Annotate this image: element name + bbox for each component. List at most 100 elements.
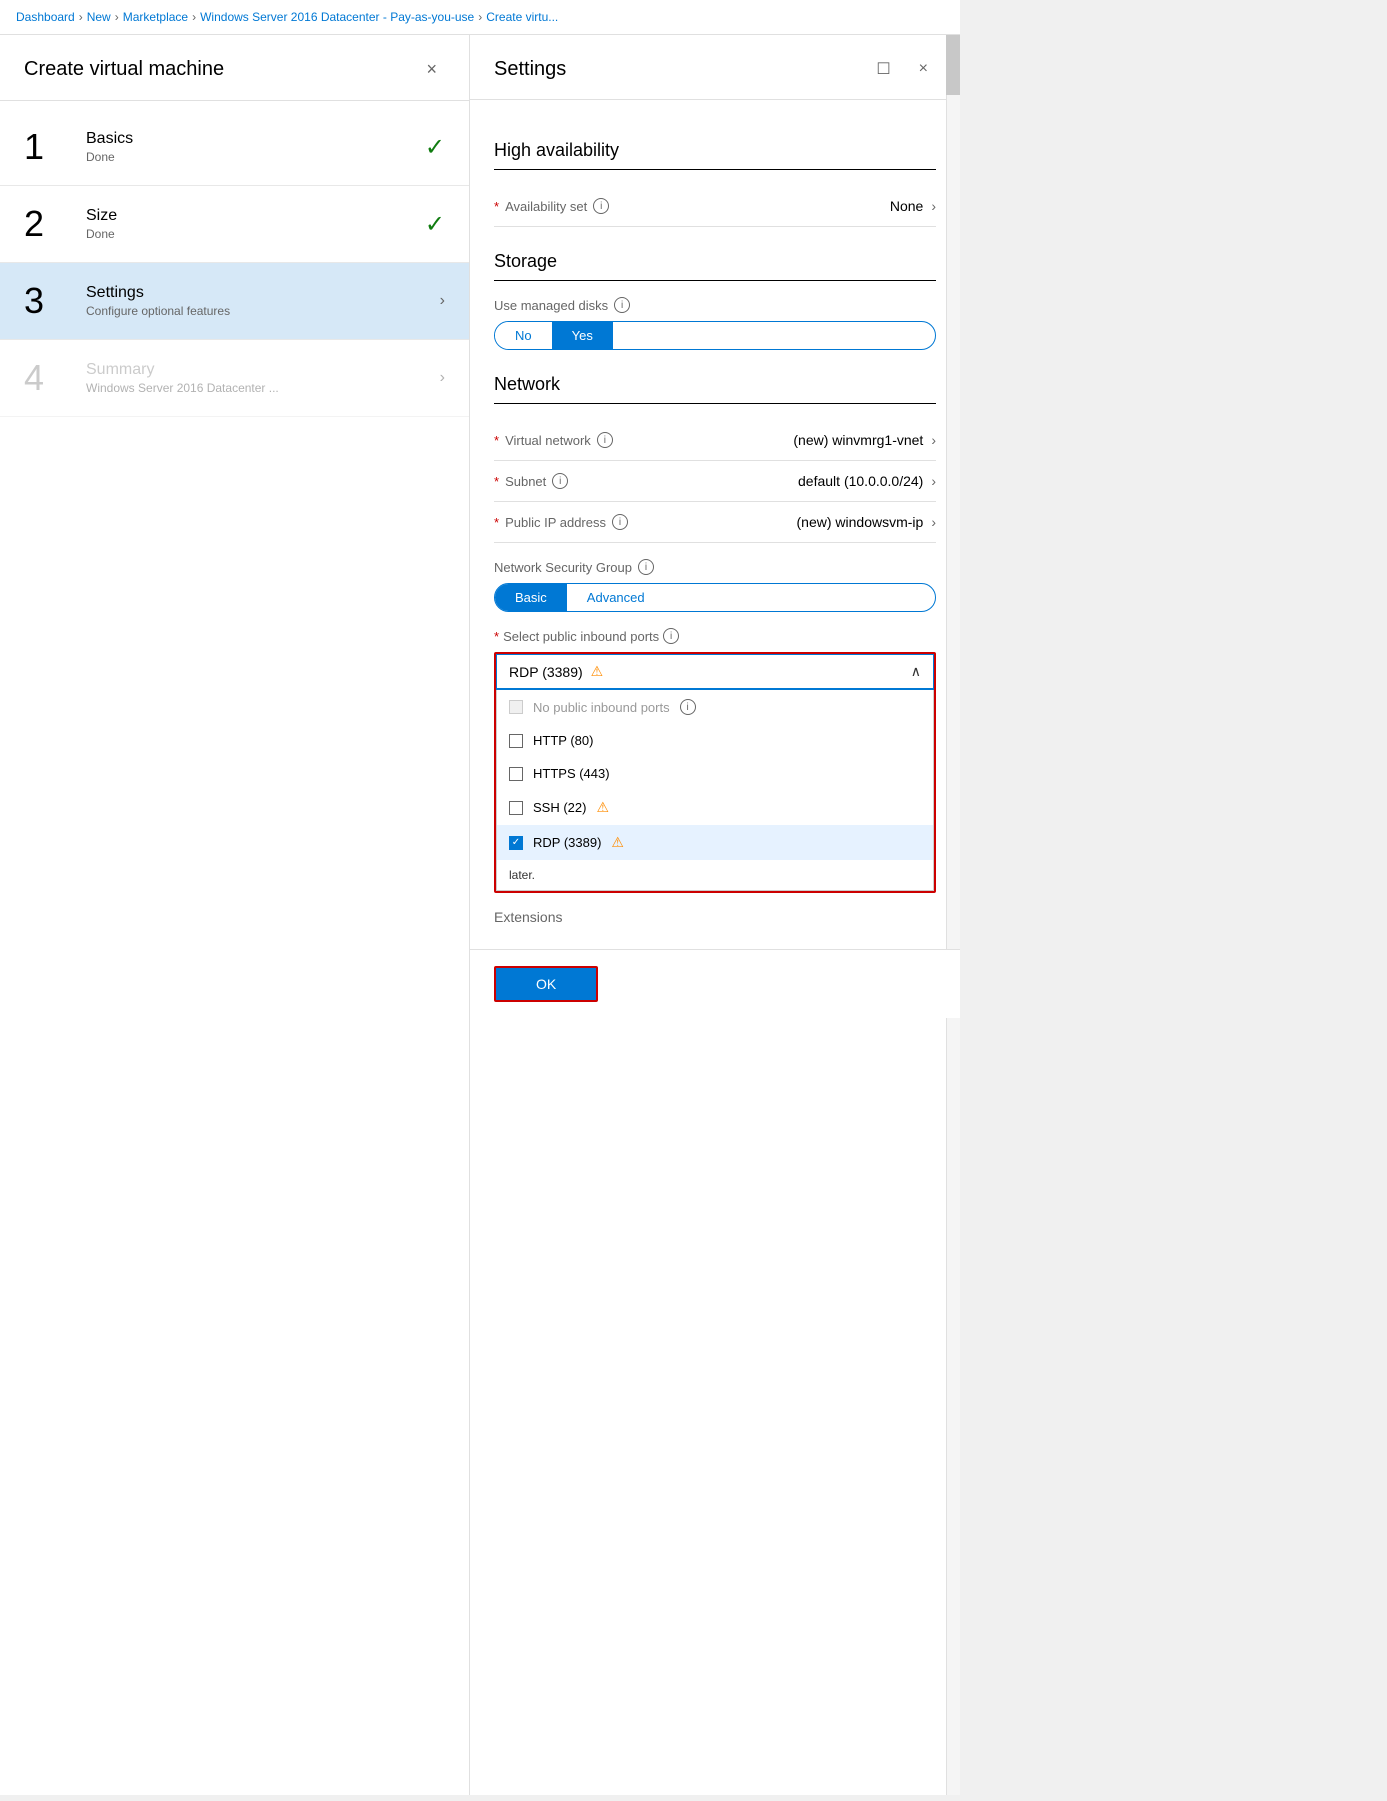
step-3-title: Settings: [86, 284, 432, 302]
step-1-title: Basics: [86, 130, 417, 148]
managed-disks-yes-button[interactable]: Yes: [552, 322, 613, 349]
scroll-thumb[interactable]: [946, 35, 960, 95]
breadcrumb-new[interactable]: New: [87, 10, 111, 24]
public-ip-row[interactable]: * Public IP address i (new) windowsvm-ip…: [494, 502, 936, 543]
step-3-arrow-icon: ›: [440, 292, 445, 310]
high-availability-section: High availability * Availability set i N…: [494, 140, 936, 227]
steps-container: 1 Basics Done ✓ 2 Size Done ✓ 3: [0, 101, 469, 425]
availability-set-chevron-icon: ›: [931, 198, 936, 214]
inbound-ports-later-text: later.: [497, 860, 933, 890]
breadcrumb-create[interactable]: Create virtu...: [486, 10, 558, 24]
dropdown-item-ssh-label: SSH (22): [533, 800, 586, 815]
virtual-network-row[interactable]: * Virtual network i (new) winvmrg1-vnet …: [494, 420, 936, 461]
step-2-size[interactable]: 2 Size Done ✓: [0, 186, 469, 263]
step-4-title: Summary: [86, 361, 432, 379]
managed-disks-toggle: No Yes: [494, 321, 936, 350]
dropdown-item-rdp-label: RDP (3389): [533, 835, 601, 850]
public-ip-info-icon[interactable]: i: [612, 514, 628, 530]
inbound-ports-info-icon[interactable]: i: [663, 628, 679, 644]
availability-set-row[interactable]: * Availability set i None ›: [494, 186, 936, 227]
availability-set-info-icon[interactable]: i: [593, 198, 609, 214]
ok-button[interactable]: OK: [494, 966, 598, 1002]
public-ip-value-text: (new) windowsvm-ip: [797, 514, 924, 530]
dropdown-item-none-info-icon[interactable]: i: [680, 699, 696, 715]
step-3-settings[interactable]: 3 Settings Configure optional features ›: [0, 263, 469, 340]
breadcrumb: Dashboard › New › Marketplace › Windows …: [0, 0, 960, 35]
subnet-info-icon[interactable]: i: [552, 473, 568, 489]
step-4-arrow-icon: ›: [440, 369, 445, 387]
availability-set-label: * Availability set i: [494, 198, 609, 214]
availability-set-required-star: *: [494, 199, 499, 214]
breadcrumb-dashboard[interactable]: Dashboard: [16, 10, 75, 24]
dropdown-item-https[interactable]: HTTPS (443): [497, 757, 933, 790]
virtual-network-value: (new) winvmrg1-vnet ›: [793, 432, 936, 448]
subnet-row[interactable]: * Subnet i default (10.0.0.0/24) ›: [494, 461, 936, 502]
subnet-value-text: default (10.0.0.0/24): [798, 473, 923, 489]
step-2-title: Size: [86, 207, 417, 225]
nsg-field: Network Security Group i Basic Advanced: [494, 559, 936, 612]
step-1-number: 1: [24, 129, 74, 165]
dropdown-warning-icon: ⚠: [591, 663, 604, 680]
network-title: Network: [494, 374, 936, 404]
inbound-ports-label: * Select public inbound ports i: [494, 628, 936, 644]
dropdown-item-ssh[interactable]: SSH (22) ⚠: [497, 790, 933, 825]
managed-disks-label: Use managed disks i: [494, 297, 936, 313]
dropdown-item-http[interactable]: HTTP (80): [497, 724, 933, 757]
high-availability-title: High availability: [494, 140, 936, 170]
dropdown-item-rdp[interactable]: ✓ RDP (3389) ⚠: [497, 825, 933, 860]
managed-disks-label-text: Use managed disks: [494, 298, 608, 313]
nsg-label: Network Security Group i: [494, 559, 936, 575]
availability-set-value: None ›: [890, 198, 936, 214]
left-panel-header: Create virtual machine ×: [0, 35, 469, 101]
checkbox-http: [509, 734, 523, 748]
step-3-number: 3: [24, 283, 74, 319]
managed-disks-field: Use managed disks i No Yes: [494, 297, 936, 350]
breadcrumb-sep-4: ›: [478, 10, 482, 24]
public-ip-value: (new) windowsvm-ip ›: [797, 514, 936, 530]
managed-disks-no-button[interactable]: No: [495, 322, 552, 349]
subnet-value: default (10.0.0.0/24) ›: [798, 473, 936, 489]
network-section: Network * Virtual network i (new) winvmr…: [494, 374, 936, 893]
subnet-label: * Subnet i: [494, 473, 568, 489]
step-2-check-icon: ✓: [425, 210, 445, 239]
dropdown-item-http-label: HTTP (80): [533, 733, 593, 748]
inbound-ports-dropdown-header[interactable]: RDP (3389) ⚠ ∧: [496, 654, 934, 690]
right-panel-close-button[interactable]: ×: [911, 56, 936, 82]
breadcrumb-sep-2: ›: [115, 10, 119, 24]
dropdown-selected-value: RDP (3389) ⚠: [509, 663, 603, 680]
nsg-toggle-group: Basic Advanced: [494, 583, 936, 612]
left-panel-close-button[interactable]: ×: [418, 55, 445, 84]
nsg-advanced-button[interactable]: Advanced: [567, 584, 665, 611]
subnet-label-text: Subnet: [505, 474, 546, 489]
header-actions: ☐ ×: [868, 55, 936, 83]
managed-disks-info-icon[interactable]: i: [614, 297, 630, 313]
storage-section: Storage Use managed disks i No Yes: [494, 251, 936, 350]
step-2-subtitle: Done: [86, 227, 417, 241]
maximize-button[interactable]: ☐: [868, 55, 898, 83]
virtual-network-chevron-icon: ›: [931, 432, 936, 448]
breadcrumb-product[interactable]: Windows Server 2016 Datacenter - Pay-as-…: [200, 10, 474, 24]
inbound-ports-label-text: Select public inbound ports: [503, 629, 659, 644]
step-1-info: Basics Done: [86, 130, 417, 164]
nsg-info-icon[interactable]: i: [638, 559, 654, 575]
virtual-network-label-text: Virtual network: [505, 433, 591, 448]
public-ip-required-star: *: [494, 515, 499, 530]
nsg-basic-button[interactable]: Basic: [495, 584, 567, 611]
checkbox-ssh: [509, 801, 523, 815]
inbound-ports-required-star: *: [494, 629, 499, 644]
breadcrumb-sep-1: ›: [79, 10, 83, 24]
step-2-number: 2: [24, 206, 74, 242]
left-panel: Create virtual machine × 1 Basics Done ✓…: [0, 35, 470, 1795]
subnet-chevron-icon: ›: [931, 473, 936, 489]
right-panel-title: Settings: [494, 58, 566, 81]
availability-set-label-text: Availability set: [505, 199, 587, 214]
step-4-info: Summary Windows Server 2016 Datacenter .…: [86, 361, 432, 395]
step-1-basics[interactable]: 1 Basics Done ✓: [0, 109, 469, 186]
virtual-network-info-icon[interactable]: i: [597, 432, 613, 448]
breadcrumb-marketplace[interactable]: Marketplace: [123, 10, 188, 24]
checkbox-rdp: ✓: [509, 836, 523, 850]
dropdown-item-none[interactable]: No public inbound ports i: [497, 690, 933, 724]
availability-set-value-text: None: [890, 198, 923, 214]
inbound-ports-dropdown: RDP (3389) ⚠ ∧ No public inbound ports i: [494, 652, 936, 893]
step-4-summary: 4 Summary Windows Server 2016 Datacenter…: [0, 340, 469, 417]
